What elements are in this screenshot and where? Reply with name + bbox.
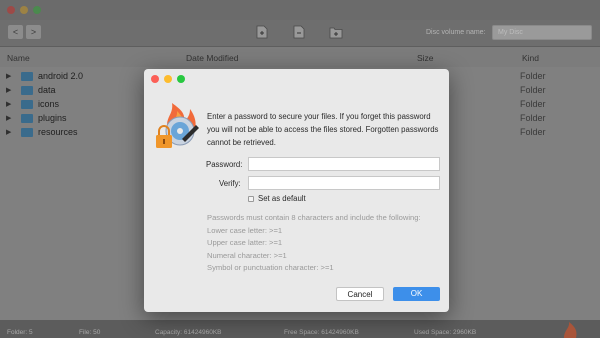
column-name[interactable]: Name <box>7 53 30 63</box>
disclosure-triangle-icon[interactable]: ▶ <box>6 114 11 122</box>
verify-label: Verify: <box>219 179 241 188</box>
status-file-count: File: 50 <box>79 329 101 336</box>
status-folder-count: Folder: 5 <box>7 329 33 336</box>
password-label: Password: <box>206 160 243 169</box>
column-kind[interactable]: Kind <box>522 53 539 63</box>
item-kind: Folder <box>520 71 546 81</box>
dialog-zoom-icon[interactable] <box>177 75 185 83</box>
add-file-icon[interactable] <box>256 25 268 39</box>
item-name: resources <box>38 127 78 137</box>
remove-file-icon[interactable] <box>293 25 305 39</box>
cancel-button[interactable]: Cancel <box>336 287 384 301</box>
folder-icon <box>21 128 33 137</box>
column-size[interactable]: Size <box>417 53 434 63</box>
status-capacity: Capacity: 61424960KB <box>155 329 222 336</box>
item-kind: Folder <box>520 113 546 123</box>
status-used-space: Used Space: 2960KB <box>414 329 477 336</box>
password-rules: Passwords must contain 8 characters and … <box>207 212 445 275</box>
dialog-message: Enter a password to secure your files. I… <box>207 112 439 147</box>
password-rule-numeral: Numeral character: >=1 <box>207 250 287 260</box>
verify-field[interactable] <box>248 176 440 190</box>
disc-volume-input[interactable]: My Disc <box>492 25 592 40</box>
folder-icon <box>21 114 33 123</box>
folder-icon <box>21 86 33 95</box>
status-bar: Folder: 5 File: 50 Capacity: 61424960KB … <box>0 320 600 338</box>
password-rule-intro: Passwords must contain 8 characters and … <box>207 213 421 222</box>
column-date-modified[interactable]: Date Modified <box>186 53 238 63</box>
title-bar <box>0 0 600 20</box>
folder-icon <box>21 100 33 109</box>
password-field[interactable] <box>248 157 440 171</box>
item-name: plugins <box>38 113 67 123</box>
password-rule-symbol: Symbol or punctuation character: >=1 <box>207 263 334 272</box>
dialog-minimize-icon[interactable] <box>164 75 172 83</box>
item-kind: Folder <box>520 85 546 95</box>
item-name: android 2.0 <box>38 71 84 81</box>
column-header: Name Date Modified Size Kind <box>0 47 600 67</box>
ok-button[interactable]: OK <box>393 287 440 301</box>
item-name: icons <box>38 99 60 109</box>
password-dialog: Enter a password to secure your files. I… <box>144 69 449 312</box>
item-kind: Folder <box>520 127 546 137</box>
disclosure-triangle-icon[interactable]: ▶ <box>6 128 11 136</box>
zoom-icon[interactable] <box>33 6 41 14</box>
add-folder-icon[interactable] <box>329 25 343 39</box>
dialog-close-icon[interactable] <box>151 75 159 83</box>
burning-disc-lock-icon <box>156 103 199 148</box>
set-default-checkbox[interactable] <box>248 196 254 202</box>
minimize-icon[interactable] <box>20 6 28 14</box>
item-name: data <box>38 85 56 95</box>
folder-icon <box>21 72 33 81</box>
back-button[interactable]: < <box>8 25 23 39</box>
item-kind: Folder <box>520 99 546 109</box>
disc-volume-label: Disc volume name: <box>426 29 486 36</box>
disclosure-triangle-icon[interactable]: ▶ <box>6 86 11 94</box>
close-icon[interactable] <box>7 6 15 14</box>
password-rule-lowercase: Lower case letter: >=1 <box>207 225 283 235</box>
disclosure-triangle-icon[interactable]: ▶ <box>6 72 11 80</box>
disclosure-triangle-icon[interactable]: ▶ <box>6 100 11 108</box>
forward-button[interactable]: > <box>26 25 41 39</box>
flame-logo-icon <box>564 322 577 338</box>
status-free-space: Free Space: 61424960KB <box>284 329 359 336</box>
password-rule-uppercase: Upper case latter: >=1 <box>207 238 283 247</box>
set-default-label[interactable]: Set as default <box>258 194 306 203</box>
